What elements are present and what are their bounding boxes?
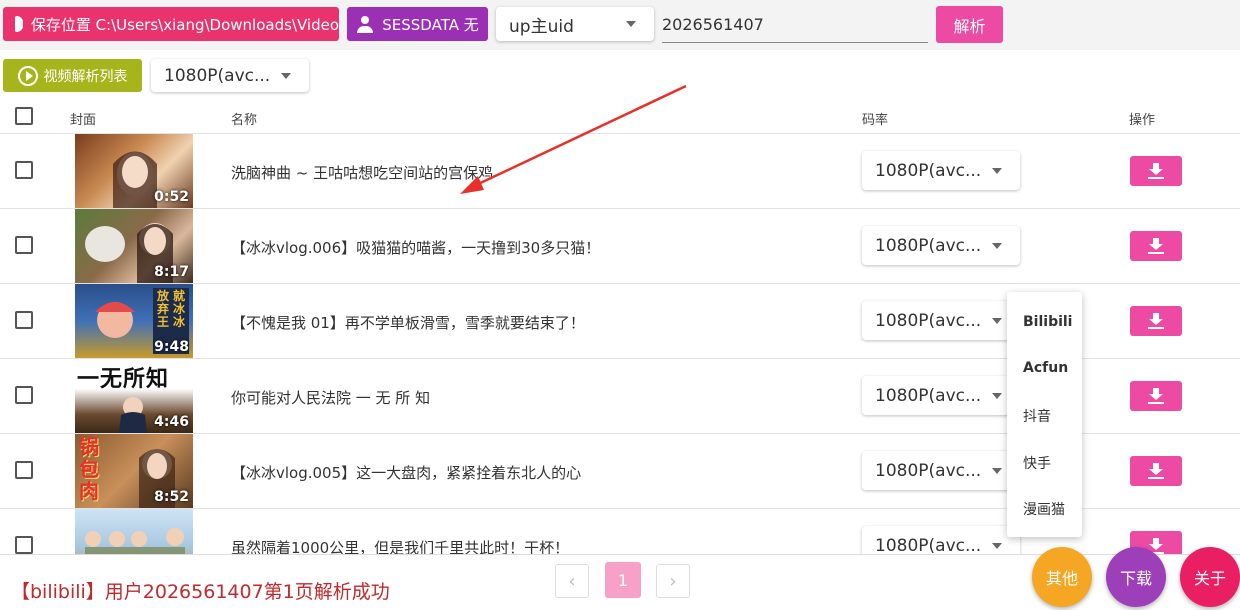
row-quality-select[interactable]: 1080P(avc... <box>862 151 1020 190</box>
row-quality-select[interactable]: 1080P(avc... <box>862 226 1020 265</box>
download-icon <box>1147 313 1165 329</box>
mode-select-value: up主uid <box>509 16 574 37</box>
chevron-down-icon <box>626 21 636 27</box>
page-number: 1 <box>617 570 629 590</box>
sessdata-label: SESSDATA 无 <box>382 15 479 34</box>
video-duration: 4:46 <box>154 414 189 430</box>
tag-icon <box>15 16 23 32</box>
status-message: 【bilibili】用户2026561407第1页解析成功 <box>11 581 390 603</box>
uid-input[interactable] <box>662 5 928 43</box>
header-cover: 封面 <box>70 113 97 128</box>
row-checkbox[interactable] <box>15 461 33 479</box>
row-quality-value: 1080P(avc... <box>875 460 982 481</box>
save-location-button[interactable]: 保存位置 C:\Users\xiang\Downloads\Video <box>3 7 339 41</box>
about-fab-button[interactable]: 关于 <box>1180 547 1240 607</box>
video-duration: 8:52 <box>154 489 189 505</box>
video-list-label: 视频解析列表 <box>43 68 128 85</box>
video-thumbnail: 放弃王 就冰冰 9:48 <box>75 284 193 358</box>
video-duration: 0:52 <box>154 189 189 205</box>
menu-item-bilibili[interactable]: Bilibili <box>1023 314 1073 330</box>
menu-item-douyin[interactable]: 抖音 <box>1023 406 1051 426</box>
video-list-button[interactable]: 视频解析列表 <box>3 59 142 92</box>
video-duration: 9:48 <box>154 339 189 355</box>
thumbnail-text: 就冰冰 <box>173 289 186 329</box>
thumbnail-text: 放弃王 <box>157 289 170 329</box>
other-label: 其他 <box>1045 569 1078 588</box>
video-duration: 8:17 <box>154 264 189 280</box>
thumbnail-small-text: from <box>81 464 100 473</box>
download-icon <box>1147 463 1165 479</box>
row-quality-select[interactable]: 1080P(avc... <box>862 301 1020 340</box>
download-icon <box>1147 238 1165 254</box>
download-button[interactable] <box>1130 156 1182 186</box>
video-title: 洗脑神曲 ~ 王咕咕想吃空间站的宫保鸡 <box>231 164 494 182</box>
mode-select[interactable]: up主uid <box>496 7 654 41</box>
row-quality-select[interactable]: 1080P(avc... <box>862 451 1020 490</box>
prev-page-button[interactable]: ‹ <box>555 564 589 598</box>
next-page-button[interactable]: › <box>656 564 690 598</box>
chevron-right-icon: › <box>669 570 677 592</box>
video-title: 【冰冰vlog.006】吸猫猫的喵酱，一天撸到30多只猫！ <box>231 239 601 257</box>
video-title: 【冰冰vlog.005】这一大盘肉，紧紧拴着东北人的心 <box>231 464 582 482</box>
download-button[interactable] <box>1130 231 1182 261</box>
row-quality-value: 1080P(avc... <box>875 235 982 256</box>
sessdata-button[interactable]: SESSDATA 无 <box>347 7 488 41</box>
platform-dropdown-menu: Bilibili Acfun 抖音 快手 漫画猫 <box>1007 292 1082 537</box>
quality-select-value: 1080P(avc... <box>164 65 271 86</box>
video-thumbnail: 8:17 <box>75 209 193 283</box>
video-thumbnail: 锅包肉 from 8:52 <box>75 434 193 508</box>
page-number-button[interactable]: 1 <box>605 562 641 598</box>
download-icon <box>1147 163 1165 179</box>
chevron-down-icon <box>992 467 1002 474</box>
header-name: 名称 <box>231 113 258 128</box>
play-circle-icon <box>17 65 38 86</box>
menu-item-manhuamao[interactable]: 漫画猫 <box>1023 499 1065 519</box>
about-label: 关于 <box>1193 569 1226 588</box>
menu-item-kuaishou[interactable]: 快手 <box>1023 453 1051 473</box>
download-button[interactable] <box>1130 456 1182 486</box>
table-row: 8:17 【冰冰vlog.006】吸猫猫的喵酱，一天撸到30多只猫！ 1080P… <box>0 209 1240 284</box>
row-quality-value: 1080P(avc... <box>875 535 982 556</box>
download-label: 下载 <box>1119 569 1152 588</box>
header-bitrate: 码率 <box>862 113 889 128</box>
download-fab-button[interactable]: 下载 <box>1106 547 1166 607</box>
row-checkbox[interactable] <box>15 236 33 254</box>
row-checkbox[interactable] <box>15 386 33 404</box>
chevron-down-icon <box>281 72 291 79</box>
video-title: 【不愧是我 01】再不学单板滑雪，雪季就要结束了！ <box>231 314 585 332</box>
row-quality-select[interactable]: 1080P(avc... <box>862 376 1020 415</box>
download-icon <box>1147 388 1165 404</box>
other-fab-button[interactable]: 其他 <box>1032 547 1092 607</box>
row-quality-value: 1080P(avc... <box>875 385 982 406</box>
parse-button[interactable]: 解析 <box>936 6 1003 43</box>
header-action: 操作 <box>1129 113 1156 128</box>
row-checkbox[interactable] <box>15 536 33 554</box>
row-checkbox[interactable] <box>15 161 33 179</box>
video-thumbnail: 一无所知 4:46 <box>75 359 193 433</box>
menu-item-acfun[interactable]: Acfun <box>1023 360 1068 376</box>
user-icon <box>356 15 374 33</box>
row-quality-value: 1080P(avc... <box>875 160 982 181</box>
parse-label: 解析 <box>953 16 986 36</box>
chevron-down-icon <box>992 317 1002 324</box>
global-quality-select[interactable]: 1080P(avc... <box>151 59 309 92</box>
row-checkbox[interactable] <box>15 311 33 329</box>
download-button[interactable] <box>1130 306 1182 336</box>
select-all-checkbox[interactable] <box>15 107 33 125</box>
table-header: 封面 名称 码率 操作 <box>0 100 1240 134</box>
video-thumbnail: 0:52 <box>75 134 193 208</box>
chevron-left-icon: ‹ <box>568 570 576 592</box>
top-toolbar: 保存位置 C:\Users\xiang\Downloads\Video SESS… <box>0 0 1240 50</box>
row-quality-value: 1080P(avc... <box>875 310 982 331</box>
chevron-down-icon <box>992 242 1002 249</box>
video-title: 你可能对人民法院 一 无 所 知 <box>231 389 431 407</box>
chevron-down-icon <box>992 392 1002 399</box>
chevron-down-icon <box>992 542 1002 549</box>
save-location-label: 保存位置 C:\Users\xiang\Downloads\Video <box>30 15 339 34</box>
chevron-down-icon <box>992 167 1002 174</box>
table-row: 0:52 洗脑神曲 ~ 王咕咕想吃空间站的宫保鸡 1080P(avc... <box>0 134 1240 209</box>
download-button[interactable] <box>1130 381 1182 411</box>
